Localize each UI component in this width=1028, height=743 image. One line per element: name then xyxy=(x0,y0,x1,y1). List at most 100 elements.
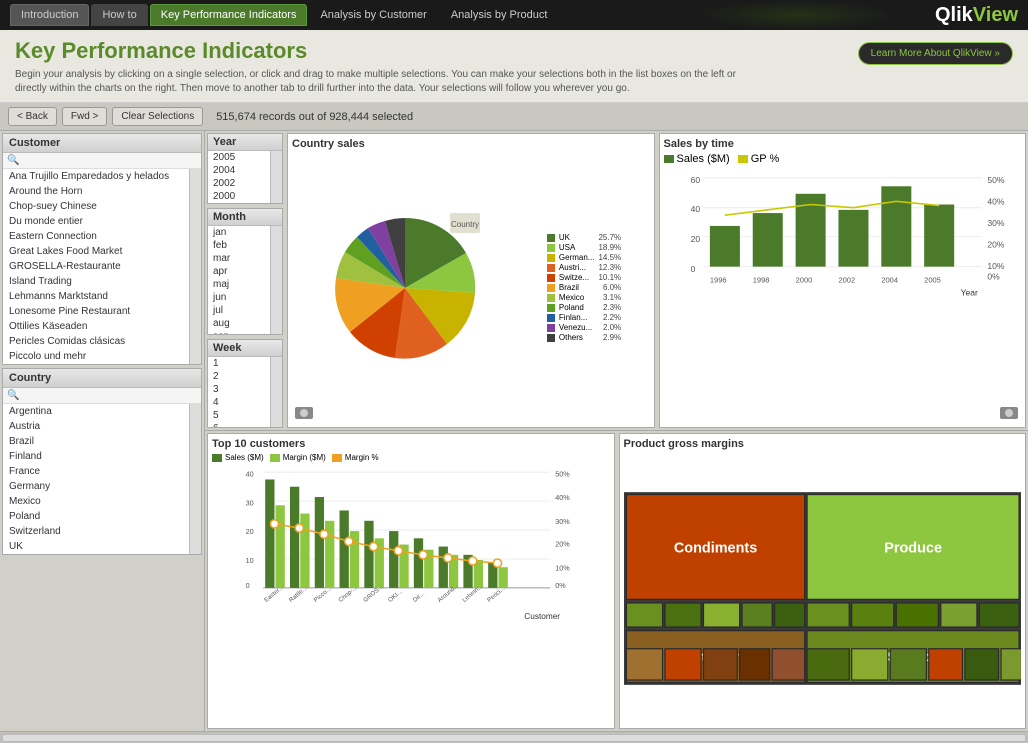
pie-legend-item: Switze... 10.1% xyxy=(547,273,621,282)
tab-customer[interactable]: Analysis by Customer xyxy=(309,4,437,26)
week-scrollbar[interactable] xyxy=(270,357,282,428)
customer-list-item[interactable]: Piccolo und mehr xyxy=(3,349,189,364)
country-list-item[interactable]: Argentina xyxy=(3,404,189,419)
customer-list-item[interactable]: Island Trading xyxy=(3,274,189,289)
customer-list-item[interactable]: Du monde entier xyxy=(3,214,189,229)
month-item[interactable]: jun xyxy=(208,291,270,304)
pie-legend-color xyxy=(547,244,555,252)
customer-list-item[interactable]: Chop-suey Chinese xyxy=(3,199,189,214)
bottom-scrollbar-track[interactable] xyxy=(2,734,1026,742)
year-item[interactable]: 2000 xyxy=(208,190,270,203)
week-items: 12345678 xyxy=(208,357,270,428)
customer-list-item[interactable]: Ana Trujillo Emparedados y helados xyxy=(3,169,189,184)
pie-legend-item: Others 2.9% xyxy=(547,333,621,342)
customer-list-item[interactable]: Ottilies Käseaden xyxy=(3,319,189,334)
sales-time-export[interactable] xyxy=(999,404,1019,423)
month-filter-box: Month janfebmaraprmajjunjulaugsepoktnovd… xyxy=(207,208,283,335)
year-item[interactable]: 2004 xyxy=(208,164,270,177)
pie-legend-item: Brazil 6.0% xyxy=(547,283,621,292)
time-filters-panel: Year 200520042002200019981996 Month janf… xyxy=(205,131,285,430)
month-item[interactable]: jul xyxy=(208,304,270,317)
customer-list-box: Customer 🔍 Ana Trujillo Emparedados y he… xyxy=(2,133,202,365)
sales-by-time-chart: Sales by time Sales ($M) GP % 60 40 20 xyxy=(659,133,1027,428)
back-button[interactable]: < Back xyxy=(8,107,57,126)
pie-legend-color xyxy=(547,324,555,332)
year-items: 200520042002200019981996 xyxy=(208,151,270,204)
month-item[interactable]: aug xyxy=(208,317,270,330)
country-search-input[interactable] xyxy=(22,390,197,401)
legend-sales-label: Sales ($M) xyxy=(677,153,730,165)
country-list-item[interactable]: Finland xyxy=(3,449,189,464)
month-item[interactable]: sep xyxy=(208,330,270,335)
month-item[interactable]: feb xyxy=(208,239,270,252)
forward-button[interactable]: Fwd > xyxy=(62,107,108,126)
week-item[interactable]: 2 xyxy=(208,370,270,383)
week-item[interactable]: 5 xyxy=(208,409,270,422)
week-item[interactable]: 1 xyxy=(208,357,270,370)
country-sales-chart: Country sales xyxy=(287,133,655,428)
month-item[interactable]: maj xyxy=(208,278,270,291)
year-scrollbar[interactable] xyxy=(270,151,282,204)
month-scrollbar[interactable] xyxy=(270,226,282,335)
country-list-item[interactable]: Germany xyxy=(3,479,189,494)
week-item[interactable]: 3 xyxy=(208,383,270,396)
tab-kpi[interactable]: Key Performance Indicators xyxy=(150,4,308,26)
pie-legend-country: Mexico xyxy=(559,293,599,302)
customer-list-item[interactable]: Lehmanns Marktstand xyxy=(3,289,189,304)
svg-text:20: 20 xyxy=(690,234,700,244)
pie-legend-item: Finlan... 2.2% xyxy=(547,313,621,322)
pie-legend-color xyxy=(547,294,555,302)
year-item[interactable]: 1998 xyxy=(208,203,270,204)
week-item[interactable]: 6 xyxy=(208,422,270,428)
month-scroll-row: janfebmaraprmajjunjulaugsepoktnovdec xyxy=(208,226,282,335)
pie-legend-value: 2.3% xyxy=(603,303,621,312)
sales-time-title: Sales by time xyxy=(664,138,1022,150)
customer-list-item[interactable]: Around the Horn xyxy=(3,184,189,199)
country-list-item[interactable]: Poland xyxy=(3,509,189,524)
customer-list-item[interactable]: GROSELLA-Restaurante xyxy=(3,259,189,274)
country-list-item[interactable]: UK xyxy=(3,539,189,554)
pie-legend-color xyxy=(547,254,555,262)
svg-text:40%: 40% xyxy=(987,197,1005,207)
month-item[interactable]: apr xyxy=(208,265,270,278)
tab-introduction[interactable]: Introduction xyxy=(10,4,89,26)
month-item[interactable]: mar xyxy=(208,252,270,265)
top10-legend-margin-color xyxy=(270,454,280,462)
legend-sales-color xyxy=(664,155,674,163)
tab-howto[interactable]: How to xyxy=(91,4,147,26)
country-list-item[interactable]: Austria xyxy=(3,419,189,434)
year-item[interactable]: 2002 xyxy=(208,177,270,190)
pie-container: Country UK 25.7% USA 18.9% German... 14.… xyxy=(292,153,650,423)
customer-list-item[interactable]: Eastern Connection xyxy=(3,229,189,244)
clear-selections-button[interactable]: Clear Selections xyxy=(112,107,203,126)
pie-legend-value: 2.0% xyxy=(603,323,621,332)
week-item[interactable]: 4 xyxy=(208,396,270,409)
country-list-item[interactable]: France xyxy=(3,464,189,479)
page-description: Begin your analysis by clicking on a sin… xyxy=(15,68,755,96)
country-scrollbar[interactable] xyxy=(189,404,201,554)
customer-list-item[interactable]: Lonesome Pine Restaurant xyxy=(3,304,189,319)
country-list-item[interactable]: Brazil xyxy=(3,434,189,449)
svg-text:0%: 0% xyxy=(987,272,1000,282)
svg-text:30%: 30% xyxy=(555,517,570,526)
customer-search-input[interactable] xyxy=(22,155,197,166)
condiments-label: Condiments xyxy=(673,540,756,556)
tab-product[interactable]: Analysis by Product xyxy=(440,4,559,26)
top10-legend: Sales ($M) Margin ($M) Margin % xyxy=(212,453,610,462)
pie-legend-country: UK xyxy=(559,233,595,242)
country-list-item[interactable]: Switzerland xyxy=(3,524,189,539)
chart-export-icon[interactable] xyxy=(294,404,314,423)
year-item[interactable]: 2005 xyxy=(208,151,270,164)
treemap-svg: Condiments Produce xyxy=(624,453,1022,724)
country-list-item[interactable]: Mexico xyxy=(3,494,189,509)
customer-list-item[interactable]: Pericles Comidas clásicas xyxy=(3,334,189,349)
pie-legend-value: 25.7% xyxy=(598,233,621,242)
learn-more-button[interactable]: Learn More About QlikView » xyxy=(858,42,1013,65)
week-scroll-row: 12345678 xyxy=(208,357,282,428)
pie-legend-country: Others xyxy=(559,333,599,342)
customer-list-item[interactable]: Great Lakes Food Market xyxy=(3,244,189,259)
pie-legend-country: Austri... xyxy=(559,263,595,272)
customer-scrollbar[interactable] xyxy=(189,169,201,364)
month-items: janfebmaraprmajjunjulaugsepoktnovdec xyxy=(208,226,270,335)
month-item[interactable]: jan xyxy=(208,226,270,239)
